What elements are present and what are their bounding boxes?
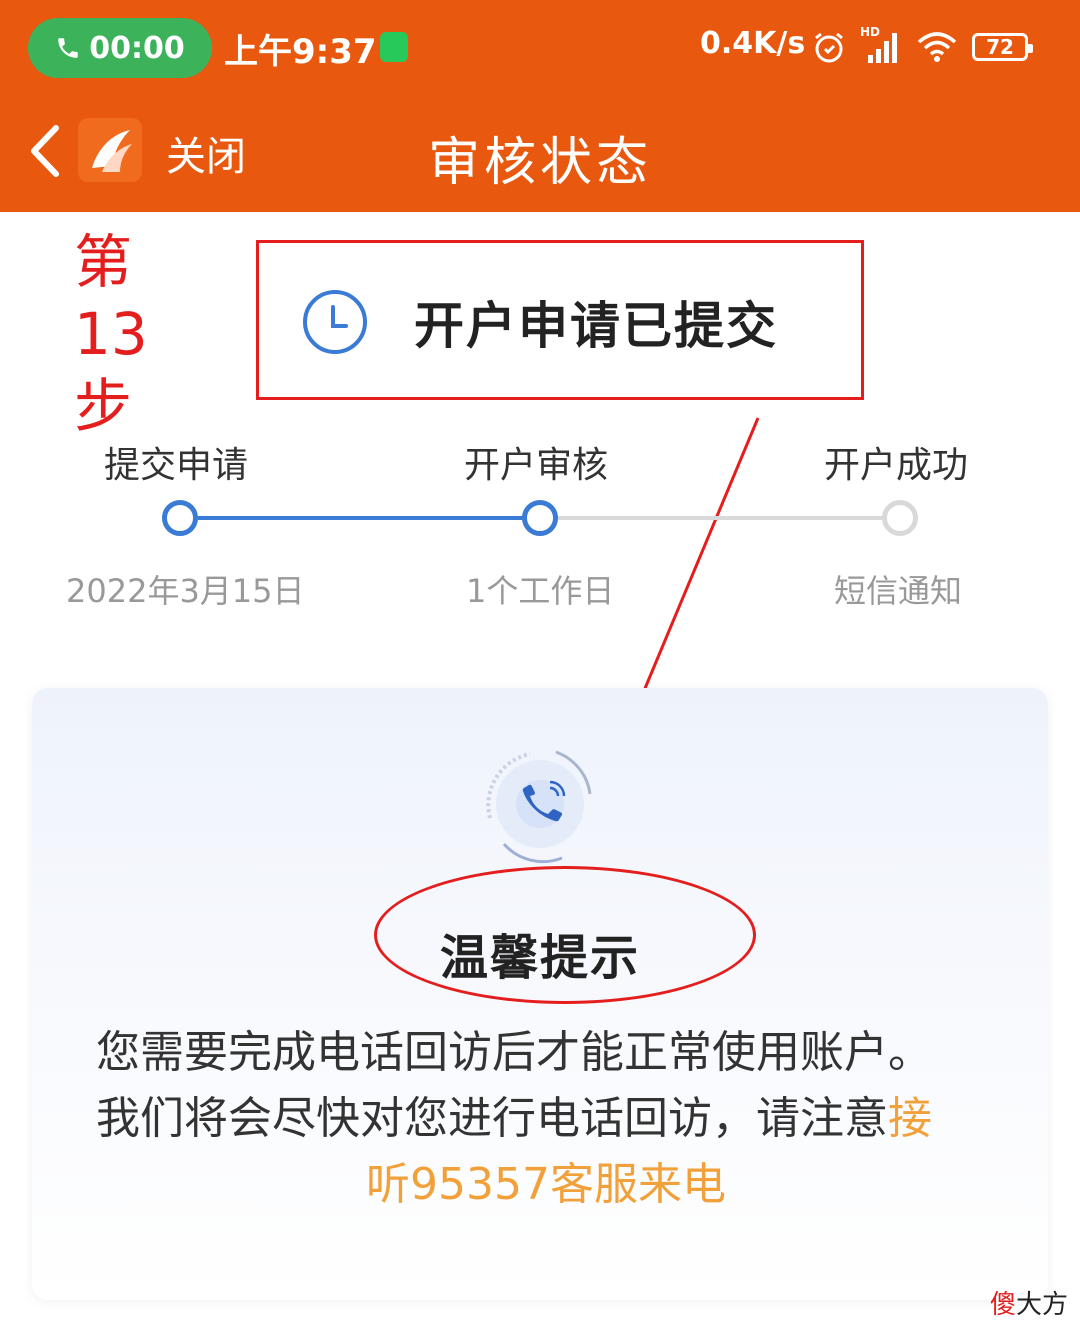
- step-title-submit: 提交申请: [104, 445, 249, 486]
- progress-node-done: [162, 500, 198, 536]
- progress-node-pending: [882, 500, 918, 536]
- step-title-review: 开户审核: [464, 445, 609, 486]
- watermark: 傻大方: [990, 1284, 1068, 1321]
- tip-highlight-ellipse: [374, 866, 756, 1004]
- tip-line-3: 听95357客服来电: [366, 1159, 726, 1210]
- watermark-rest: 大方: [1016, 1290, 1069, 1320]
- step-sub-success: 短信通知: [834, 572, 963, 610]
- progress-node-current: [522, 500, 558, 536]
- tip-body: 您需要完成电话回访后才能正常使用账户。 我们将会尽快对您进行电话回访，请注意接 …: [96, 1020, 996, 1218]
- tip-line-2: 我们将会尽快对您进行电话回访，请注意接: [96, 1086, 996, 1152]
- step-title-success: 开户成功: [824, 445, 969, 486]
- phone-callback-icon: [486, 750, 592, 864]
- progress-line-done: [198, 516, 524, 520]
- step-sub-submit: 2022年3月15日: [66, 572, 305, 610]
- step-sub-review: 1个工作日: [466, 572, 615, 610]
- tip-line-2-highlight: 接: [888, 1093, 932, 1144]
- tip-line-2-text: 我们将会尽快对您进行电话回访，请注意: [96, 1093, 888, 1144]
- progress-line-pending: [558, 516, 884, 520]
- tip-line-1: 您需要完成电话回访后才能正常使用账户。: [96, 1027, 932, 1078]
- watermark-first-char: 傻: [990, 1290, 1017, 1320]
